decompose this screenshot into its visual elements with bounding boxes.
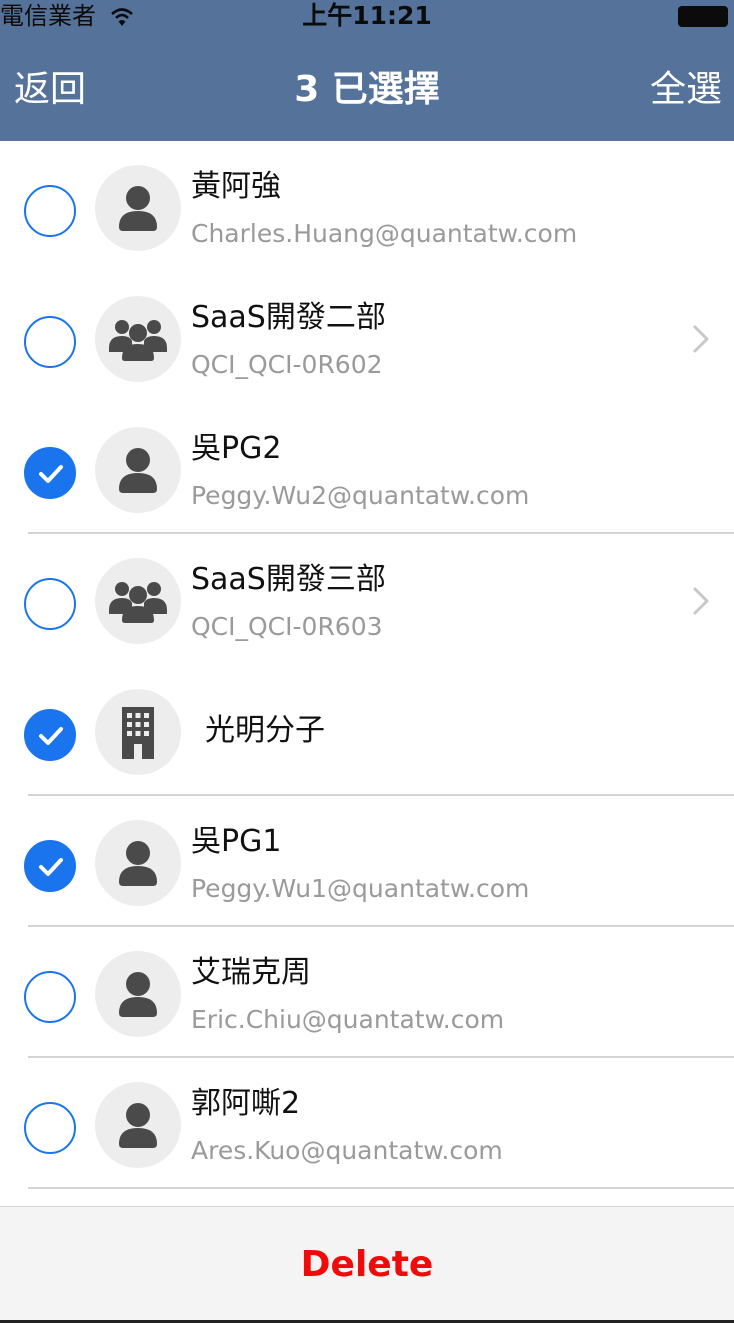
delete-button[interactable]: Delete bbox=[0, 1243, 734, 1287]
contact-subtitle: Charles.Huang@quantatw.com bbox=[191, 219, 578, 248]
checked-circle-icon[interactable] bbox=[24, 447, 76, 499]
chevron-right-icon[interactable] bbox=[692, 324, 710, 354]
contact-name: SaaS開發二部 bbox=[191, 300, 386, 335]
person-icon bbox=[95, 427, 181, 513]
contact-name: 艾瑞克周 bbox=[191, 955, 311, 990]
checked-circle-icon[interactable] bbox=[24, 709, 76, 761]
status-bar: 電信業者 上午11:21 bbox=[0, 0, 734, 34]
contact-name: 吳PG1 bbox=[191, 824, 282, 859]
list-item[interactable]: 吳PG2 Peggy.Wu2@quantatw.com bbox=[0, 403, 734, 534]
building-icon bbox=[95, 689, 181, 775]
contact-name: 吳PG2 bbox=[191, 431, 282, 466]
list-item[interactable]: 艾瑞克周 Eric.Chiu@quantatw.com bbox=[0, 927, 734, 1058]
contact-name: SaaS開發三部 bbox=[191, 562, 386, 597]
list-item[interactable]: SaaS開發三部 QCI_QCI-0R603 bbox=[0, 534, 734, 665]
person-icon bbox=[95, 1082, 181, 1168]
contact-subtitle: Ares.Kuo@quantatw.com bbox=[191, 1136, 503, 1165]
status-time: 上午11:21 bbox=[302, 1, 432, 30]
list-item[interactable]: 黃阿強 Charles.Huang@quantatw.com bbox=[0, 141, 734, 272]
contact-subtitle: QCI_QCI-0R602 bbox=[191, 350, 383, 379]
person-icon bbox=[95, 165, 181, 251]
list-item[interactable]: 光明分子 bbox=[0, 665, 734, 796]
page-title: 3 已選擇 bbox=[0, 68, 734, 112]
battery-icon bbox=[678, 6, 728, 27]
selected-label: 已選擇 bbox=[331, 69, 440, 110]
unchecked-circle-icon[interactable] bbox=[24, 316, 76, 368]
person-icon bbox=[95, 820, 181, 906]
contact-subtitle: Peggy.Wu1@quantatw.com bbox=[191, 874, 530, 903]
group-icon bbox=[95, 296, 181, 382]
chevron-right-icon[interactable] bbox=[692, 586, 710, 616]
contact-name: 黃阿強 bbox=[191, 169, 281, 204]
unchecked-circle-icon[interactable] bbox=[24, 185, 76, 237]
unchecked-circle-icon[interactable] bbox=[24, 1102, 76, 1154]
list-item[interactable]: 吳PG1 Peggy.Wu1@quantatw.com bbox=[0, 796, 734, 927]
contact-name: 郭阿嘶2 bbox=[191, 1086, 301, 1121]
checked-circle-icon[interactable] bbox=[24, 840, 76, 892]
contact-name: 光明分子 bbox=[205, 713, 325, 748]
footer-bar: Delete bbox=[0, 1206, 734, 1323]
group-icon bbox=[95, 558, 181, 644]
contact-subtitle: QCI_QCI-0R603 bbox=[191, 612, 383, 641]
select-all-button[interactable]: 全選 bbox=[650, 68, 722, 112]
unchecked-circle-icon[interactable] bbox=[24, 578, 76, 630]
contact-list: 黃阿強 Charles.Huang@quantatw.com SaaS開發二部 QCI… bbox=[0, 141, 734, 1189]
nav-header: 電信業者 上午11:21 返回 3 已選擇 全選 bbox=[0, 0, 734, 141]
unchecked-circle-icon[interactable] bbox=[24, 971, 76, 1023]
list-item[interactable]: SaaS開發二部 QCI_QCI-0R602 bbox=[0, 272, 734, 403]
contact-subtitle: Peggy.Wu2@quantatw.com bbox=[191, 481, 530, 510]
contact-subtitle: Eric.Chiu@quantatw.com bbox=[191, 1005, 505, 1034]
person-icon bbox=[95, 951, 181, 1037]
selected-count: 3 bbox=[294, 69, 320, 110]
list-item[interactable]: 郭阿嘶2 Ares.Kuo@quantatw.com bbox=[0, 1058, 734, 1189]
